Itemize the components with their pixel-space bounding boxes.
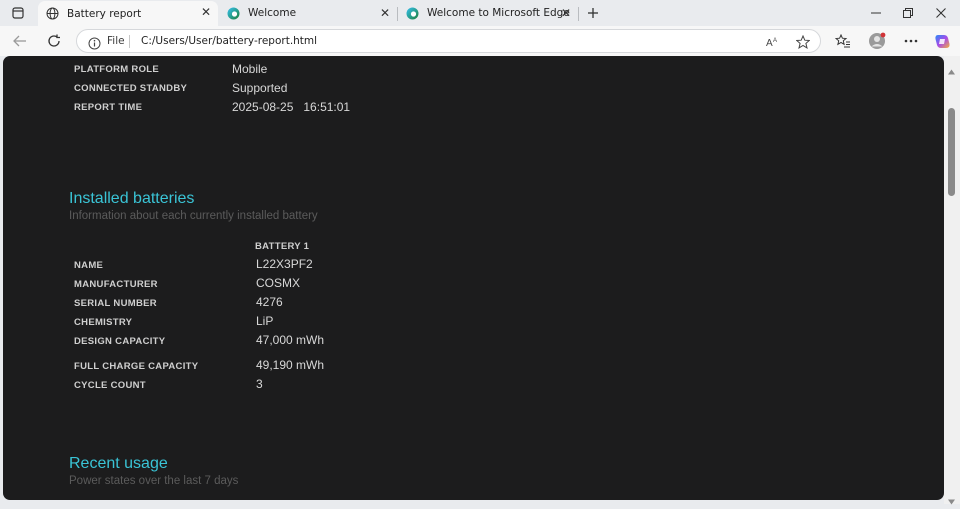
battery-value: 3 bbox=[256, 377, 263, 391]
tab-title: Battery report bbox=[67, 7, 142, 20]
scroll-down-arrow-icon[interactable] bbox=[948, 490, 955, 505]
battery-value: 4276 bbox=[256, 295, 283, 309]
url-text[interactable]: C:/Users/User/battery-report.html bbox=[141, 35, 317, 47]
file-label: File bbox=[107, 35, 125, 47]
system-value: Supported bbox=[232, 81, 288, 95]
battery-label: MANUFACTURER bbox=[74, 279, 158, 290]
close-window-icon[interactable] bbox=[931, 4, 951, 22]
tab-battery-report[interactable]: Battery report ✕ bbox=[38, 1, 218, 26]
close-icon[interactable]: ✕ bbox=[200, 6, 212, 18]
system-value: Mobile bbox=[232, 62, 268, 76]
tab-actions-icon[interactable] bbox=[8, 4, 28, 22]
tab-divider bbox=[578, 7, 579, 21]
battery-value: COSMX bbox=[256, 276, 301, 290]
svg-text:A: A bbox=[766, 38, 773, 48]
favorites-icon[interactable] bbox=[834, 32, 852, 50]
toolbar: File C:/Users/User/battery-report.html A… bbox=[0, 26, 960, 56]
battery-label: CYCLE COUNT bbox=[74, 380, 146, 391]
scroll-up-arrow-icon[interactable] bbox=[948, 60, 955, 75]
system-label: CONNECTED STANDBY bbox=[74, 83, 188, 94]
battery-value: LiP bbox=[256, 314, 274, 328]
battery-label: SERIAL NUMBER bbox=[74, 298, 157, 309]
section-title: Installed batteries bbox=[69, 190, 195, 207]
minimize-icon[interactable] bbox=[866, 4, 886, 22]
scrollbar-thumb[interactable] bbox=[948, 108, 955, 196]
battery-label: NAME bbox=[74, 260, 104, 271]
battery-label: DESIGN CAPACITY bbox=[74, 336, 166, 347]
back-icon[interactable] bbox=[10, 32, 30, 50]
battery-label: CHEMISTRY bbox=[74, 317, 133, 328]
tab-title: Welcome to Microsoft Edge bbox=[427, 7, 570, 19]
section-title: Recent usage bbox=[69, 455, 168, 472]
omnibox-divider bbox=[129, 35, 130, 48]
section-subtitle: Information about each currently install… bbox=[69, 210, 318, 222]
more-options-icon[interactable] bbox=[902, 32, 920, 50]
battery-value: 47,000 mWh bbox=[256, 333, 325, 347]
system-value: 2025-08-25 16:51:01 bbox=[232, 100, 351, 114]
favorite-star-icon[interactable] bbox=[795, 34, 811, 50]
tab-bar: Battery report ✕ Welcome ✕ Welcome to Mi… bbox=[0, 0, 960, 26]
globe-icon bbox=[46, 7, 59, 20]
battery-label: FULL CHARGE CAPACITY bbox=[74, 361, 199, 372]
restore-icon[interactable] bbox=[898, 4, 918, 22]
edge-icon bbox=[406, 7, 419, 20]
edge-icon bbox=[227, 7, 240, 20]
system-label: PLATFORM ROLE bbox=[74, 64, 159, 75]
report-page: PLATFORM ROLE Mobile CONNECTED STANDBY S… bbox=[3, 56, 944, 500]
refresh-icon[interactable] bbox=[44, 32, 64, 50]
tab-welcome-edge[interactable]: Welcome to Microsoft Edge ✕ bbox=[398, 2, 578, 24]
info-icon[interactable] bbox=[88, 35, 101, 54]
section-subtitle: Power states over the last 7 days bbox=[69, 475, 239, 487]
close-icon[interactable]: ✕ bbox=[560, 7, 572, 19]
copilot-icon[interactable] bbox=[933, 32, 951, 50]
close-icon[interactable]: ✕ bbox=[379, 7, 391, 19]
battery-value: 49,190 mWh bbox=[256, 358, 325, 372]
new-tab-icon[interactable] bbox=[583, 4, 603, 22]
battery-column-header: BATTERY 1 bbox=[255, 241, 310, 252]
system-label: REPORT TIME bbox=[74, 102, 143, 113]
tab-title: Welcome bbox=[248, 7, 297, 19]
battery-value: L22X3PF2 bbox=[256, 257, 313, 271]
address-bar[interactable]: File C:/Users/User/battery-report.html A… bbox=[76, 29, 821, 53]
read-aloud-icon[interactable]: AA bbox=[765, 34, 781, 50]
tab-welcome[interactable]: Welcome ✕ bbox=[219, 2, 397, 24]
svg-text:A: A bbox=[773, 38, 777, 44]
profile-avatar[interactable] bbox=[868, 32, 886, 50]
